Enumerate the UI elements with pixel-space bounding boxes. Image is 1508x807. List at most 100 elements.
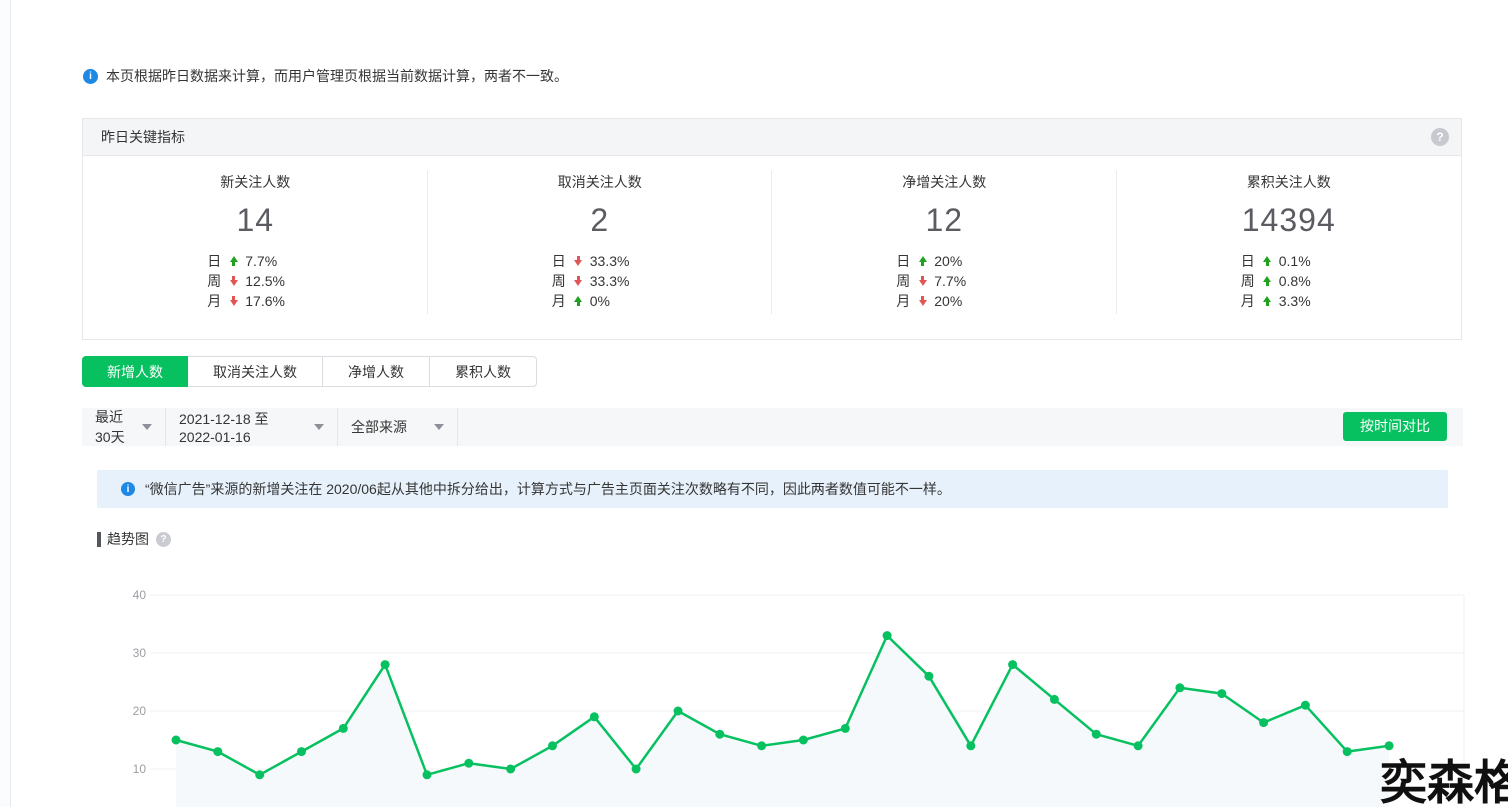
source-dropdown[interactable]: 全部来源	[338, 408, 458, 446]
yesterday-metrics-panel: 昨日关键指标 ? 新关注人数14日7.7%周12.5%月17.6%取消关注人数2…	[82, 118, 1462, 340]
metric-trend-row: 周 12.5%	[207, 271, 303, 291]
date-range-label: 2021-12-18 至 2022-01-16	[179, 409, 308, 445]
arrow-up-icon	[1263, 276, 1272, 286]
followers-analytics-page: i 本页根据昨日数据来计算，而用户管理页根据当前数据计算，两者不一致。 昨日关键…	[0, 0, 1508, 807]
arrow-up-icon	[918, 256, 927, 266]
metric-card-1: 新关注人数14日7.7%周12.5%月17.6%	[83, 156, 428, 340]
range-dropdown-label: 最近30天	[95, 407, 128, 447]
percent-value: 33.3%	[590, 253, 630, 269]
metric-card-2: 取消关注人数 2 日 33.3% 周33.3%月 0%	[428, 156, 773, 340]
period-label: 月	[552, 291, 574, 311]
info-icon: i	[121, 482, 135, 496]
page-left-gutter	[0, 0, 11, 807]
arrow-up-icon	[229, 256, 238, 266]
percent-value: 3.3%	[1279, 293, 1311, 309]
range-dropdown[interactable]: 最近30天	[82, 408, 166, 446]
metric-card-4: 累积关注人数 14394 日 0.1% 周 0.8% 月 3.3%	[1117, 156, 1462, 340]
help-icon[interactable]: ?	[156, 532, 171, 547]
metric-trend-row: 月 3.3%	[1241, 291, 1337, 311]
panel-header: 昨日关键指标 ?	[83, 119, 1461, 156]
info-icon: i	[83, 69, 98, 84]
tab-1[interactable]: 新增人数	[82, 356, 188, 387]
tab-4[interactable]: 累积人数	[430, 356, 537, 387]
percent-value: 20%	[934, 293, 962, 309]
arrow-up-icon	[574, 296, 583, 306]
metric-label: 取消关注人数	[428, 172, 773, 192]
period-label: 周	[1241, 271, 1263, 291]
metric-value: 12	[772, 200, 1117, 240]
date-range-dropdown[interactable]: 2021-12-18 至 2022-01-16	[166, 408, 338, 446]
metric-value: 14394	[1117, 200, 1462, 240]
period-label: 月	[1241, 291, 1263, 311]
chevron-down-icon	[314, 424, 324, 430]
trend-chart-svg[interactable]: 10 20 30 40	[130, 572, 1474, 807]
metric-trend-row: 周 0.8%	[1241, 271, 1337, 291]
svg-text:20: 20	[133, 704, 147, 718]
percent-value: 0.8%	[1279, 273, 1311, 289]
period-label: 日	[207, 251, 229, 271]
panel-title: 昨日关键指标	[101, 127, 1431, 147]
tab-3[interactable]: 净增人数	[323, 356, 430, 387]
period-label: 月	[896, 291, 918, 311]
metric-rows: 日 7.7% 周 12.5% 月 17.6%	[207, 251, 303, 311]
period-label: 月	[207, 291, 229, 311]
metric-trend-row: 月 17.6%	[207, 291, 303, 311]
banner-text: “微信广告”来源的新增关注在 2020/06起从其他中拆分给出，计算方式与广告主…	[145, 479, 951, 499]
chevron-down-icon	[142, 424, 152, 430]
svg-text:40: 40	[133, 588, 147, 602]
wechat-ad-banner: i “微信广告”来源的新增关注在 2020/06起从其他中拆分给出，计算方式与广…	[97, 470, 1448, 508]
metric-rows: 日 0.1% 周 0.8% 月 3.3%	[1241, 251, 1337, 311]
source-dropdown-label: 全部来源	[351, 417, 407, 437]
arrow-up-icon	[1263, 256, 1272, 266]
metric-tabs: 新增人数取消关注人数净增人数累积人数	[82, 356, 537, 387]
period-label: 日	[1241, 251, 1263, 271]
metric-trend-row: 月 20%	[896, 291, 992, 311]
percent-value: 0.1%	[1279, 253, 1311, 269]
percent-value: 17.6%	[245, 293, 285, 309]
arrow-down-icon	[918, 296, 927, 306]
period-label: 周	[896, 271, 918, 291]
metric-label: 累积关注人数	[1117, 172, 1462, 192]
period-label: 日	[552, 251, 574, 271]
period-label: 周	[552, 271, 574, 291]
arrow-up-icon	[1263, 296, 1272, 306]
metric-trend-row: 周 7.7%	[896, 271, 992, 291]
arrow-down-icon	[918, 276, 927, 286]
metric-rows: 日 33.3% 周33.3%月 0%	[552, 251, 648, 311]
svg-text:10: 10	[133, 762, 147, 776]
svg-text:30: 30	[133, 646, 147, 660]
metric-trend-row: 月 0%	[552, 291, 648, 311]
trend-chart-title: 趋势图 ?	[97, 529, 171, 549]
arrow-down-icon	[574, 256, 583, 266]
chevron-down-icon	[434, 424, 444, 430]
top-note: i 本页根据昨日数据来计算，而用户管理页根据当前数据计算，两者不一致。	[83, 66, 568, 86]
top-note-text: 本页根据昨日数据来计算，而用户管理页根据当前数据计算，两者不一致。	[106, 66, 568, 86]
metric-rows: 日 20% 周 7.7% 月 20%	[896, 251, 992, 311]
help-icon[interactable]: ?	[1431, 128, 1449, 146]
filter-strip: 最近30天 2021-12-18 至 2022-01-16 全部来源 按时间对比	[82, 408, 1463, 446]
metric-value: 2	[428, 200, 773, 240]
metric-trend-row: 日 0.1%	[1241, 251, 1337, 271]
arrow-down-icon	[574, 276, 583, 286]
metrics-row: 新关注人数14日7.7%周12.5%月17.6%取消关注人数2日33.3%周33…	[83, 156, 1461, 340]
period-label: 日	[896, 251, 918, 271]
compare-by-time-button[interactable]: 按时间对比	[1343, 412, 1447, 441]
arrow-down-icon	[229, 296, 238, 306]
trend-chart[interactable]: 10 20 30 40	[130, 572, 1474, 807]
tab-2[interactable]: 取消关注人数	[188, 356, 323, 387]
metric-label: 新关注人数	[83, 172, 428, 192]
percent-value: 7.7%	[934, 273, 966, 289]
metric-trend-row: 日 20%	[896, 251, 992, 271]
percent-value: 0%	[590, 293, 610, 309]
metric-card-3: 净增关注人数 12 日 20% 周 7.7% 月 20%	[772, 156, 1117, 340]
trend-title-text: 趋势图	[107, 529, 149, 549]
percent-value: 12.5%	[245, 273, 285, 289]
percent-value: 20%	[934, 253, 962, 269]
metric-trend-row: 日 7.7%	[207, 251, 303, 271]
metric-trend-row: 周33.3%	[552, 271, 648, 291]
metric-label: 净增关注人数	[772, 172, 1117, 192]
metric-trend-row: 日 33.3%	[552, 251, 648, 271]
period-label: 周	[207, 271, 229, 291]
title-marker	[97, 532, 101, 547]
percent-value: 7.7%	[245, 253, 277, 269]
